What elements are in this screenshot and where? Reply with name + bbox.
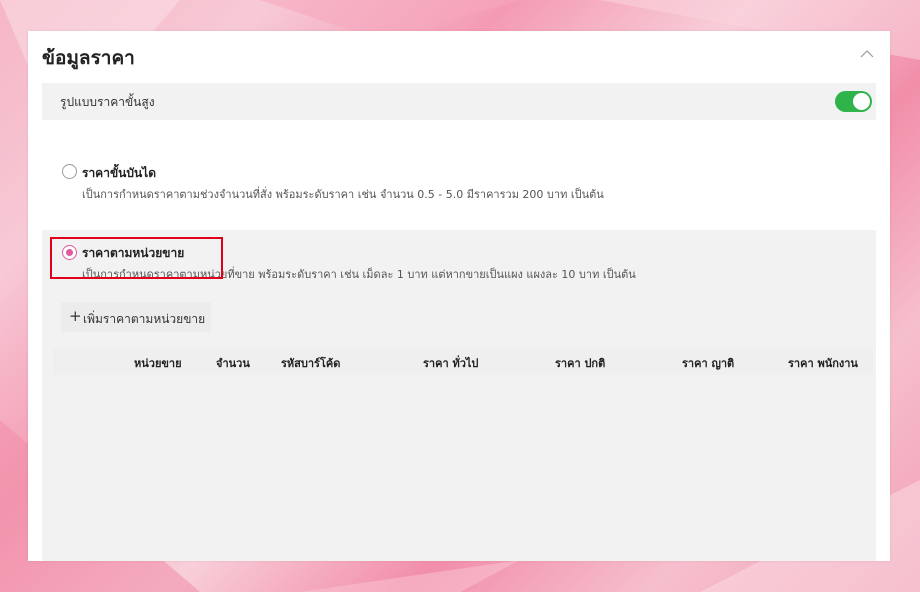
unit-price-table-header: หน่วยขาย จำนวน รหัสบาร์โค้ด ราคา ทั่วไป … (53, 347, 873, 375)
col-barcode: รหัสบาร์โค้ด (281, 357, 341, 370)
add-unit-price-button[interactable]: + เพิ่มราคาตามหน่วยขาย (61, 302, 211, 332)
col-quantity: จำนวน (216, 357, 250, 370)
selection-highlight-box (50, 237, 223, 279)
option-tiered-description: เป็นการกำหนดราคาตามช่วงจำนวนที่สั่ง พร้อ… (82, 188, 604, 201)
advanced-pricing-row: รูปแบบราคาขั้นสูง (42, 83, 876, 120)
chevron-up-icon[interactable] (860, 47, 874, 61)
advanced-pricing-label: รูปแบบราคาขั้นสูง (60, 95, 155, 109)
col-price-employee: ราคา พนักงาน (788, 357, 858, 370)
add-unit-price-label: เพิ่มราคาตามหน่วยขาย (83, 312, 206, 326)
advanced-pricing-toggle[interactable] (835, 91, 872, 112)
col-price-normal: ราคา ปกติ (555, 357, 606, 370)
plus-icon: + (69, 307, 82, 325)
col-price-general: ราคา ทั่วไป (423, 357, 479, 370)
col-sale-unit: หน่วยขาย (134, 357, 182, 370)
section-title: ข้อมูลราคา (42, 47, 135, 69)
col-price-relative: ราคา ญาติ (682, 357, 735, 370)
radio-tiered-price[interactable] (62, 164, 77, 179)
price-info-card: ข้อมูลราคา รูปแบบราคาขั้นสูง ราคาขั้นบัน… (28, 31, 890, 561)
toggle-knob (853, 93, 870, 110)
option-tiered-title[interactable]: ราคาขั้นบันได (82, 164, 156, 183)
